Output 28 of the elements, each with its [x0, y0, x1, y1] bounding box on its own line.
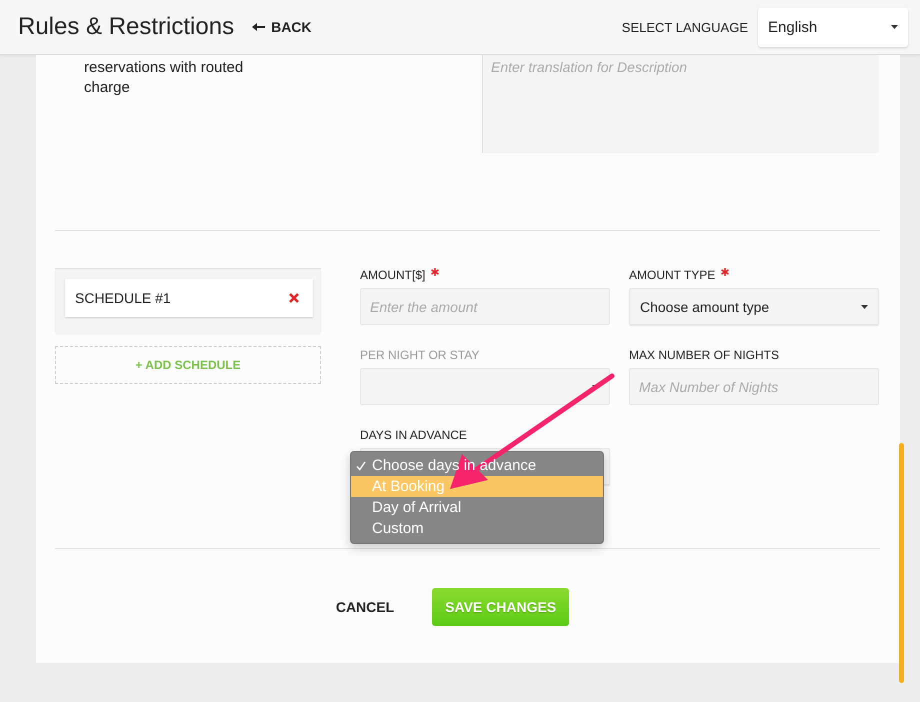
field-label: MAX NUMBER OF NIGHTS	[629, 348, 780, 362]
translation-field[interactable]: Enter translation for Description	[482, 55, 879, 153]
required-asterisk-icon	[721, 268, 730, 276]
scrollbar[interactable]	[899, 443, 904, 683]
language-label: SELECT LANGUAGE	[622, 20, 748, 34]
cancel-button[interactable]: CANCEL	[330, 598, 400, 616]
checkmark-icon	[356, 460, 366, 470]
field-label: AMOUNT[$]	[360, 268, 426, 282]
page-title: Rules & Restrictions	[18, 13, 234, 41]
field-label: AMOUNT TYPE	[629, 268, 716, 282]
add-schedule-button[interactable]: + ADD SCHEDULE	[55, 346, 321, 384]
dropdown-option[interactable]: Custom	[351, 518, 603, 539]
field-label: DAYS IN ADVANCE	[360, 428, 467, 442]
back-arrow-icon	[252, 22, 266, 32]
language-select[interactable]: English	[758, 8, 908, 46]
dropdown-option[interactable]: Day of Arrival	[351, 497, 603, 518]
select-field[interactable]: Choose amount type	[629, 288, 879, 325]
save-changes-button[interactable]: SAVE CHANGES	[432, 588, 570, 626]
input-field[interactable]: Max Number of Nights	[629, 368, 879, 405]
required-asterisk-icon	[431, 268, 440, 276]
input-field[interactable]: Enter the amount	[360, 288, 610, 325]
field-label: PER NIGHT OR STAY	[360, 348, 480, 362]
close-icon[interactable]	[289, 293, 299, 303]
schedule-tab[interactable]: SCHEDULE #1	[65, 279, 313, 317]
back-link[interactable]: BACK	[252, 19, 312, 35]
description-text: reservations with routed charge	[84, 58, 244, 98]
caret-icon	[861, 304, 868, 308]
caret-icon	[891, 25, 898, 29]
